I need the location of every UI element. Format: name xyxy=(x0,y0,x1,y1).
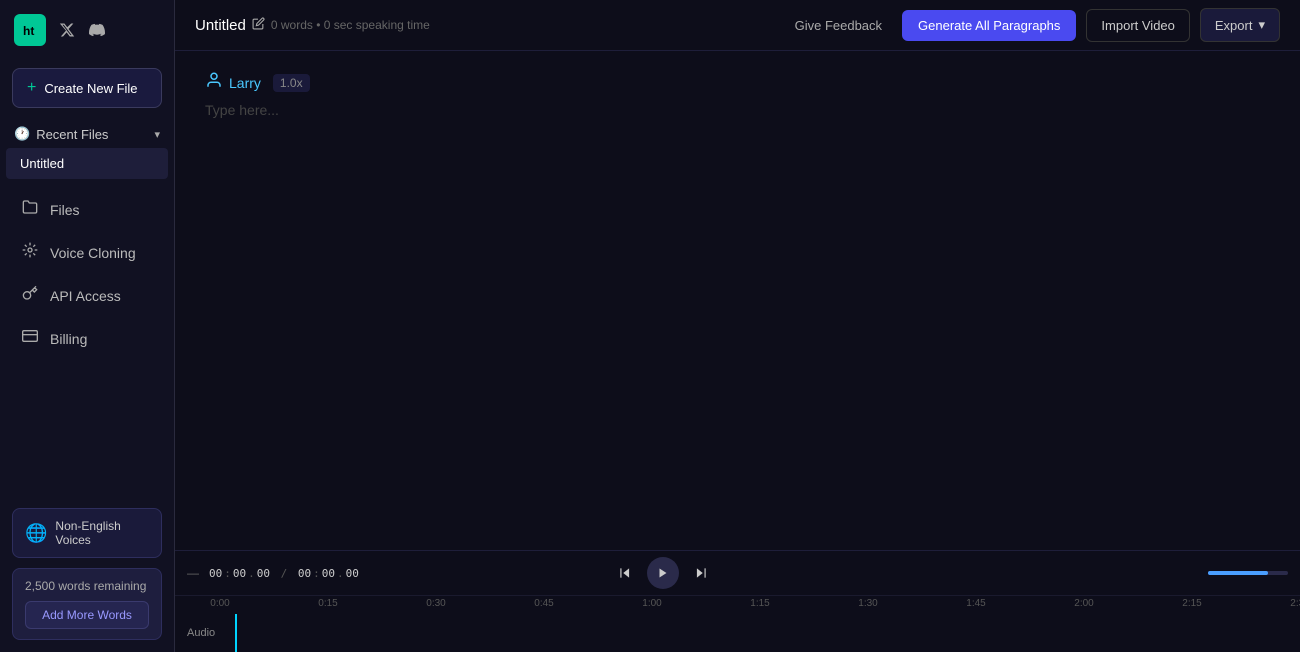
timeline-ruler: 0:00 0:15 0:30 0:45 1:00 1:15 1:30 1:45 2:00 2:15… xyxy=(175,596,1300,614)
sidebar-item-files[interactable]: Files xyxy=(6,189,168,230)
time-total-m: 00 xyxy=(322,567,335,580)
word-count: 0 words • 0 sec speaking time xyxy=(271,18,430,32)
sidebar-item-billing[interactable]: Billing xyxy=(6,318,168,359)
sidebar-item-voice-cloning[interactable]: Voice Cloning xyxy=(6,232,168,273)
globe-icon: 🌐 xyxy=(25,523,47,544)
playht-logo: ht xyxy=(14,14,46,46)
time-display: 00 : 00 . 00 / 00 : 00 . 00 xyxy=(209,567,359,580)
ruler-tick: 0:45 xyxy=(534,598,553,609)
audio-track-label: Audio xyxy=(175,627,220,639)
non-english-label: Non-English Voices xyxy=(55,519,149,547)
generate-all-paragraphs-button[interactable]: Generate All Paragraphs xyxy=(902,10,1076,41)
folder-icon xyxy=(20,199,40,220)
file-title-area: Untitled 0 words • 0 sec speaking time xyxy=(195,17,773,34)
import-video-button[interactable]: Import Video xyxy=(1086,9,1189,42)
export-button[interactable]: Export ▾ xyxy=(1200,8,1280,42)
files-label: Files xyxy=(50,202,80,218)
main-panel: Untitled 0 words • 0 sec speaking time G… xyxy=(175,0,1300,652)
discord-icon[interactable] xyxy=(86,19,108,41)
audio-track-area[interactable] xyxy=(220,614,1300,652)
time-current-h: 00 xyxy=(209,567,222,580)
time-total-h: 00 xyxy=(298,567,311,580)
editor-text-input[interactable] xyxy=(205,102,1270,118)
social-icons xyxy=(56,19,108,41)
time-current-m: 00 xyxy=(233,567,246,580)
volume-area xyxy=(1208,571,1288,575)
add-words-label: Add More Words xyxy=(42,608,132,622)
ruler-tick: 0:30 xyxy=(426,598,445,609)
time-current-s: 00 xyxy=(257,567,270,580)
recent-files-label: Recent Files xyxy=(36,127,108,142)
ruler-tick: 2:00 xyxy=(1074,598,1093,609)
ruler-tick: 1:00 xyxy=(642,598,661,609)
create-new-label: Create New File xyxy=(44,81,137,96)
create-new-file-button[interactable]: + Create New File xyxy=(12,68,162,108)
plus-icon: + xyxy=(27,79,36,97)
voice-avatar-icon xyxy=(205,71,223,94)
sidebar-item-api-access[interactable]: API Access xyxy=(6,275,168,316)
chevron-down-icon: ▾ xyxy=(154,128,160,141)
recent-files-header[interactable]: 🕐 Recent Files ▾ xyxy=(0,116,174,148)
api-access-label: API Access xyxy=(50,288,121,304)
edit-title-icon[interactable] xyxy=(252,17,265,33)
add-more-words-button[interactable]: Add More Words xyxy=(25,601,149,629)
file-title: Untitled xyxy=(195,17,246,34)
audio-track-row: Audio xyxy=(175,614,1300,652)
ruler-ticks-inner: 0:000:150:300:451:001:151:301:452:002:15… xyxy=(220,596,1300,614)
export-chevron-icon: ▾ xyxy=(1258,17,1265,33)
playhead-cursor xyxy=(235,614,237,652)
voice-selector[interactable]: Larry xyxy=(205,71,261,94)
words-remaining-text: 2,500 words remaining xyxy=(25,579,149,593)
time-separator: / xyxy=(281,567,288,580)
mute-button[interactable]: — xyxy=(187,566,199,580)
twitter-icon[interactable] xyxy=(56,19,78,41)
editor-area: Larry 1.0x xyxy=(175,51,1300,550)
speed-badge[interactable]: 1.0x xyxy=(273,74,310,92)
ruler-tick: 1:45 xyxy=(966,598,985,609)
topbar: Untitled 0 words • 0 sec speaking time G… xyxy=(175,0,1300,51)
ruler-tick: 2:30 xyxy=(1290,598,1300,609)
nav-items: Files Voice Cloning API Access Billing xyxy=(0,187,174,361)
recent-files-label-row: 🕐 Recent Files xyxy=(14,126,108,142)
volume-fill xyxy=(1208,571,1268,575)
topbar-actions: Give Feedback Generate All Paragraphs Im… xyxy=(785,8,1280,42)
voice-row: Larry 1.0x xyxy=(205,71,1270,94)
skip-forward-button[interactable] xyxy=(687,559,715,587)
voice-cloning-icon xyxy=(20,242,40,263)
sidebar: ht + Create New File 🕐 Recent Files ▾ Un… xyxy=(0,0,175,652)
voice-name-label: Larry xyxy=(229,75,261,91)
play-pause-button[interactable] xyxy=(647,557,679,589)
volume-slider[interactable] xyxy=(1208,571,1288,575)
timeline-controls-bar: — 00 : 00 . 00 / 00 : 00 . 00 xyxy=(175,551,1300,596)
timeline-container: — 00 : 00 . 00 / 00 : 00 . 00 xyxy=(175,550,1300,652)
ruler-tick: 0:15 xyxy=(318,598,337,609)
time-total-s: 00 xyxy=(346,567,359,580)
ruler-tick: 0:00 xyxy=(210,598,229,609)
non-english-voices-box[interactable]: 🌐 Non-English Voices xyxy=(12,508,162,558)
svg-text:ht: ht xyxy=(23,24,34,38)
ruler-tick: 1:15 xyxy=(750,598,769,609)
key-icon xyxy=(20,285,40,306)
playback-controls xyxy=(611,557,715,589)
ruler-tick: 2:15 xyxy=(1182,598,1201,609)
recent-file-untitled[interactable]: Untitled xyxy=(6,148,168,179)
voice-cloning-label: Voice Cloning xyxy=(50,245,136,261)
logo-area: ht xyxy=(0,0,174,60)
feedback-button[interactable]: Give Feedback xyxy=(785,12,892,39)
skip-back-button[interactable] xyxy=(611,559,639,587)
billing-icon xyxy=(20,328,40,349)
billing-label: Billing xyxy=(50,331,87,347)
sidebar-bottom: 🌐 Non-English Voices 2,500 words remaini… xyxy=(0,496,174,652)
ruler-tick: 1:30 xyxy=(858,598,877,609)
words-box: 2,500 words remaining Add More Words xyxy=(12,568,162,640)
clock-icon: 🕐 xyxy=(14,126,30,142)
